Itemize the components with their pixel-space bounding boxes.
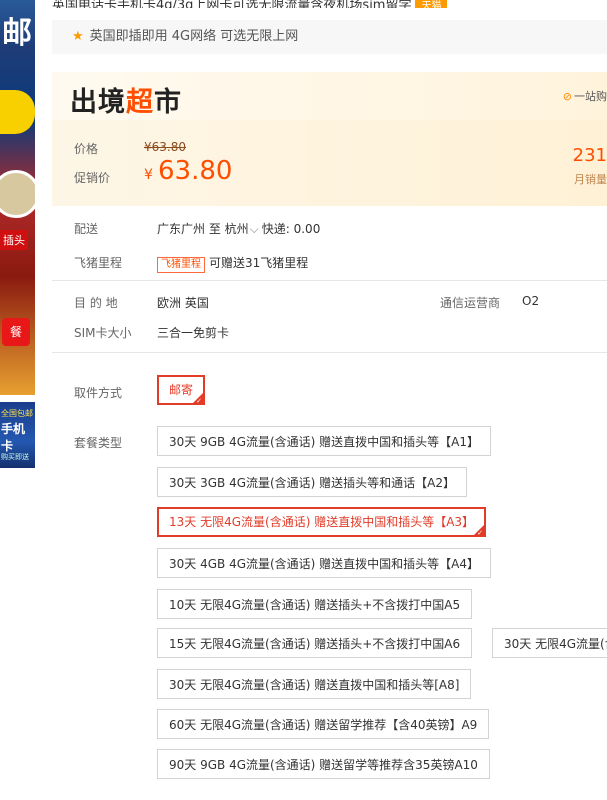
- mileage-info: 飞猪里程 可赠送31飞猪里程: [157, 254, 308, 273]
- carrier-label: 通信运营商: [440, 296, 501, 310]
- ad2-small-text: 全国包邮: [1, 409, 33, 418]
- promo-price-label: 促销价: [74, 171, 111, 185]
- product-notice: ★ 英国即插即用 4G网络 可选无限上网: [52, 20, 607, 54]
- brand-title: 出境超市: [70, 80, 182, 119]
- package-option-label: 60天 无限4G流量(含通话) 赠送留学推荐【含40英镑】A9: [169, 718, 478, 732]
- pickup-option-mail[interactable]: 邮寄 ✓: [157, 375, 206, 405]
- product-title: 英国电话卡手机卡4g/3g上网卡可选无限流量含夜机场sim留学 天猫: [52, 0, 607, 8]
- package-option-label: 30天 9GB 4G流量(含通话) 赠送直拨中国和插头等【A1】: [169, 435, 480, 449]
- shipping-fee: 快递: 0.00: [261, 222, 321, 236]
- brand-bar: 出境超市 ⊘ 一站购: [52, 72, 607, 120]
- sim-size-label: SIM卡大小: [74, 326, 132, 340]
- package-option-a5[interactable]: 10天 无限4G流量(含通话) 赠送插头+不含拨打中国A5: [157, 589, 473, 619]
- star-icon: ★: [72, 29, 84, 44]
- tmall-badge: 天猫: [415, 0, 448, 8]
- brand-title-part1: 出境: [70, 87, 126, 118]
- ad-yellow-shape: [0, 90, 35, 134]
- thumbnail-strip: 邮 插头 餐 全国包邮 手机卡 购买即送: [0, 0, 35, 800]
- mileage-text: 可赠送31飞猪里程: [209, 256, 309, 270]
- product-detail: 英国电话卡手机卡4g/3g上网卡可选无限流量含夜机场sim留学 天猫 ★ 英国即插即…: [52, 0, 607, 800]
- check-icon: ✓: [477, 529, 484, 537]
- package-option-label: 30天 无限4G流量(含通话) 赠送直拨中国和插头等[A8]: [169, 678, 460, 692]
- package-option-a7[interactable]: 30天 无限4G流量(含: [492, 628, 607, 658]
- package-option-label: 30天 4GB 4G流量(含通话) 赠送直拨中国和插头等【A4】: [169, 557, 480, 571]
- ad-plug-tag: 插头: [0, 230, 28, 250]
- package-option-label: 30天 3GB 4G流量(含通话) 赠送插头等和通话【A2】: [169, 476, 456, 490]
- product-title-text: 英国电话卡手机卡4g/3g上网卡可选无限流量含夜机场sim留学: [52, 0, 412, 8]
- mileage-label: 飞猪里程: [74, 256, 123, 270]
- package-option-label: 15天 无限4G流量(含通话) 赠送插头+不含拨打中国A6: [169, 637, 461, 651]
- package-option-a10[interactable]: 90天 9GB 4G流量(含通话) 赠送留学等推荐含35英镑A10: [157, 749, 490, 779]
- brand-title-accent: 超: [126, 87, 154, 118]
- original-price: ¥63.80: [144, 140, 186, 154]
- ad-thumbnail-2[interactable]: 全国包邮 手机卡 购买即送: [0, 402, 35, 468]
- package-option-a4[interactable]: 30天 4GB 4G流量(含通话) 赠送直拨中国和插头等【A4】: [157, 548, 492, 578]
- ad-thumbnail-1[interactable]: 邮 插头 餐: [0, 0, 35, 395]
- brand-title-part3: 市: [154, 87, 182, 118]
- ad-product-image: [0, 170, 35, 218]
- check-circle-icon: ⊘: [562, 90, 572, 103]
- notice-text: 英国即插即用 4G网络 可选无限上网: [89, 29, 299, 44]
- ad-title-char: 邮: [2, 16, 32, 51]
- ad2-big-text: 手机卡: [1, 422, 26, 453]
- package-type-label: 套餐类型: [74, 436, 123, 450]
- monthly-sales-label: 月销量: [574, 173, 607, 186]
- destination-value: 欧洲 英国: [157, 296, 209, 310]
- section-divider: [52, 280, 607, 281]
- promo-price-amount: 63.80: [158, 156, 233, 186]
- delivery-route[interactable]: 广东广州 至 杭州: [157, 222, 249, 236]
- delivery-label: 配送: [74, 222, 99, 236]
- promo-price: ¥ 63.80: [144, 156, 232, 186]
- brand-slogan: ⊘ 一站购: [563, 88, 607, 104]
- ad-package-button: 餐: [2, 318, 30, 346]
- pickup-label: 取件方式: [74, 386, 123, 400]
- currency-symbol: ¥: [144, 167, 153, 183]
- monthly-sales-count: 231: [572, 145, 607, 166]
- carrier-value: O2: [522, 294, 540, 308]
- package-option-a2[interactable]: 30天 3GB 4G流量(含通话) 赠送插头等和通话【A2】: [157, 467, 468, 497]
- package-option-label: 90天 9GB 4G流量(含通话) 赠送留学等推荐含35英镑A10: [169, 758, 478, 772]
- package-option-a6[interactable]: 15天 无限4G流量(含通话) 赠送插头+不含拨打中国A6: [157, 628, 473, 658]
- check-icon: ✓: [196, 397, 203, 405]
- price-box: [52, 120, 607, 206]
- sim-size-value: 三合一免剪卡: [157, 326, 230, 340]
- package-option-label: 30天 无限4G流量(含: [504, 637, 607, 651]
- section-divider: [52, 352, 607, 353]
- delivery-info: 广东广州 至 杭州⌵ 快递: 0.00: [157, 220, 320, 237]
- package-option-a3[interactable]: 13天 无限4G流量(含通话) 赠送直拨中国和插头等【A3】 ✓: [157, 507, 487, 537]
- ad2-note-text: 购买即送: [1, 453, 29, 461]
- brand-slogan-text: 一站购: [574, 90, 607, 103]
- price-label: 价格: [74, 142, 99, 156]
- package-option-a8[interactable]: 30天 无限4G流量(含通话) 赠送直拨中国和插头等[A8]: [157, 669, 472, 699]
- package-option-label: 13天 无限4G流量(含通话) 赠送直拨中国和插头等【A3】: [169, 515, 475, 529]
- package-option-a9[interactable]: 60天 无限4G流量(含通话) 赠送留学推荐【含40英镑】A9: [157, 709, 490, 739]
- mileage-tag: 飞猪里程: [157, 257, 205, 273]
- chevron-down-icon[interactable]: ⌵: [250, 222, 259, 236]
- destination-label: 目 的 地: [74, 296, 118, 310]
- pickup-option-label: 邮寄: [169, 383, 194, 397]
- package-option-a1[interactable]: 30天 9GB 4G流量(含通话) 赠送直拨中国和插头等【A1】: [157, 426, 492, 456]
- package-option-label: 10天 无限4G流量(含通话) 赠送插头+不含拨打中国A5: [169, 598, 461, 612]
